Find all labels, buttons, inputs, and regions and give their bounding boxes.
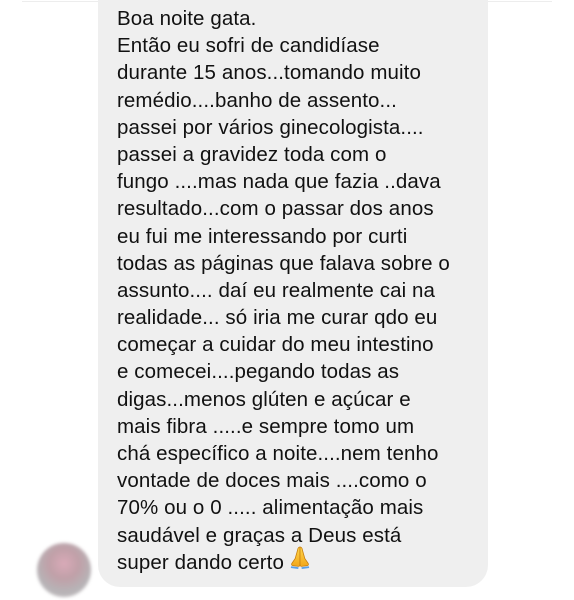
message-line: passei por vários ginecologista.... [117, 115, 424, 139]
message-line: saudável e graças a Deus está [117, 523, 402, 547]
message-line: chá específico a noite....nem tenho [117, 442, 439, 465]
message-line: Então eu sofri de candidíase [117, 34, 380, 58]
message-line: passei a gravidez toda com o [117, 142, 387, 166]
message-line-last: super dando certo [117, 546, 450, 576]
message-line: vontade de doces mais ....como o [117, 469, 427, 493]
message-line: 70% ou o 0 ..... alimentação mais [117, 496, 424, 520]
avatar[interactable] [37, 543, 91, 597]
message-line: mais fibra .....e sempre tomo um [117, 414, 415, 438]
message-line: eu fui me interessando por curti [117, 224, 408, 248]
message-line: remédio....banho de assento... [117, 88, 397, 112]
folded-hands-icon [287, 544, 313, 577]
message-line: resultado...com o passar dos anos [117, 197, 434, 221]
message-line: e comecei....pegando todas as [117, 360, 400, 384]
message-line: assunto.... daí eu realmente cai na [117, 278, 436, 302]
message-text: Boa noite gata. Então eu sofri de candid… [117, 5, 450, 576]
message-line: digas...menos glúten e açúcar e [117, 387, 411, 411]
message-line: Boa noite gata. [117, 7, 257, 30]
message-line: durante 15 anos...tomando muito [117, 61, 421, 85]
message-line: todas as páginas que falava sobre o [117, 251, 450, 275]
message-line: realidade... só iria me curar qdo eu [117, 306, 438, 330]
message-line-text: super dando certo [117, 550, 284, 574]
message-line: começar a cuidar do meu intestino [117, 333, 434, 357]
message-line: fungo ....mas nada que fazia ..dava [117, 170, 441, 194]
